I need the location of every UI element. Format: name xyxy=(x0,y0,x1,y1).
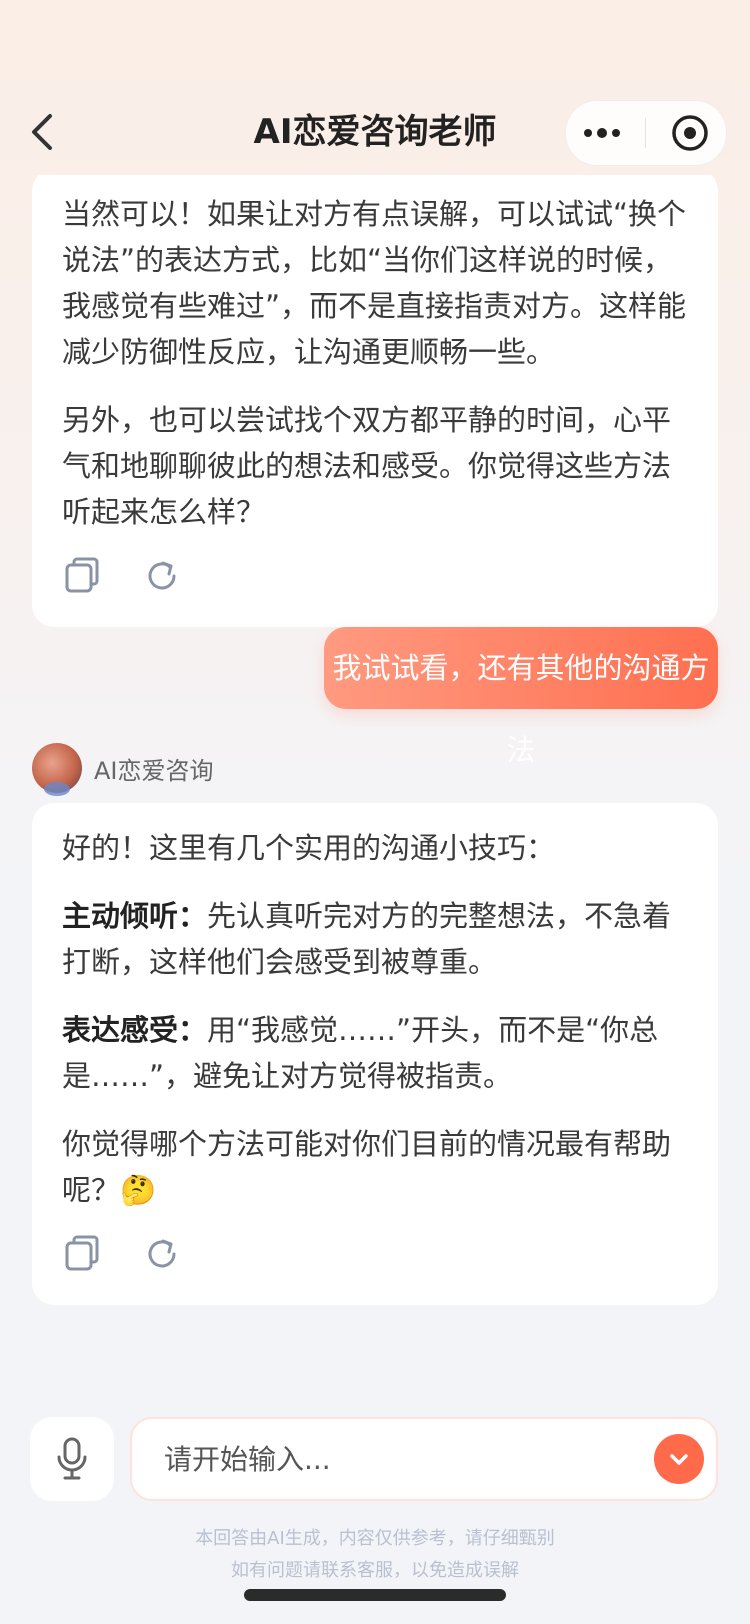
message-paragraph: 你觉得哪个方法可能对你们目前的情况最有帮助呢？🤔 xyxy=(62,1121,688,1213)
page-title: AI恋爱咨询老师 xyxy=(253,112,497,152)
back-button[interactable] xyxy=(22,108,62,156)
voice-input-button[interactable] xyxy=(30,1417,114,1501)
chat-list[interactable]: 当然可以！如果让对方有点误解，可以试试“换个说法”的表达方式，比如“当你们这样说… xyxy=(0,175,750,1405)
disclaimer-line: 如有问题请联系客服，以免造成误解 xyxy=(231,1560,519,1581)
send-icon xyxy=(670,1454,688,1465)
chevron-left-icon xyxy=(32,114,52,150)
miniapp-capsule xyxy=(565,100,727,166)
regenerate-button[interactable] xyxy=(142,1234,182,1274)
message-input-box[interactable] xyxy=(130,1417,718,1501)
message-paragraph: 主动倾听：先认真听完对方的完整想法，不急着打断，这样他们会感受到被尊重。 xyxy=(62,893,688,985)
ai-disclaimer: 本回答由AI生成，内容仅供参考，请仔细甄别 如有问题请联系客服，以免造成误解 xyxy=(60,1523,690,1587)
close-button[interactable] xyxy=(662,105,718,161)
tip-title: 表达感受： xyxy=(62,1013,208,1047)
message-actions xyxy=(62,1227,688,1281)
home-indicator[interactable] xyxy=(244,1589,506,1601)
avatar xyxy=(32,743,82,796)
copy-icon xyxy=(65,557,99,593)
message-paragraph: 另外，也可以尝试找个双方都平静的时间，心平气和地聊聊彼此的想法和感受。你觉得这些… xyxy=(62,403,672,529)
message-paragraph: 好的！这里有几个实用的沟通小技巧： xyxy=(62,831,556,865)
message-actions xyxy=(62,549,688,603)
assistant-name: AI恋爱咨询 xyxy=(94,756,214,785)
user-message-bubble: 我试试看，还有其他的沟通方法 xyxy=(324,627,718,767)
assistant-header: AI恋爱咨询 xyxy=(32,741,214,796)
target-close-icon xyxy=(672,115,708,151)
more-dots-icon xyxy=(583,128,620,138)
tip-title: 主动倾听： xyxy=(62,899,208,933)
more-button[interactable] xyxy=(574,105,630,161)
nav-header: AI恋爱咨询老师 xyxy=(0,0,750,175)
ai-message-card: 好的！这里有几个实用的沟通小技巧： 主动倾听：先认真听完对方的完整想法，不急着打… xyxy=(32,803,718,1305)
message-paragraph: 当然可以！如果让对方有点误解，可以试试“换个说法”的表达方式，比如“当你们这样说… xyxy=(62,197,687,369)
input-bar: 本回答由AI生成，内容仅供参考，请仔细甄别 如有问题请联系客服，以免造成误解 xyxy=(0,1405,750,1624)
copy-icon xyxy=(65,1235,99,1271)
microphone-icon xyxy=(57,1437,87,1480)
ai-message-card: 当然可以！如果让对方有点误解，可以试试“换个说法”的表达方式，比如“当你们这样说… xyxy=(32,175,718,627)
copy-button[interactable] xyxy=(62,556,102,596)
refresh-icon xyxy=(148,561,176,590)
thinking-emoji: 🤔 xyxy=(120,1173,157,1207)
regenerate-button[interactable] xyxy=(142,556,182,596)
copy-button[interactable] xyxy=(62,1234,102,1274)
disclaimer-line: 本回答由AI生成，内容仅供参考，请仔细甄别 xyxy=(195,1528,555,1549)
refresh-icon xyxy=(148,1239,176,1268)
send-button[interactable] xyxy=(654,1434,704,1484)
message-input[interactable] xyxy=(162,1441,654,1477)
message-paragraph: 表达感受：用“我感觉……”开头，而不是“你总是……”，避免让对方觉得被指责。 xyxy=(62,1007,688,1099)
capsule-divider xyxy=(645,118,647,148)
